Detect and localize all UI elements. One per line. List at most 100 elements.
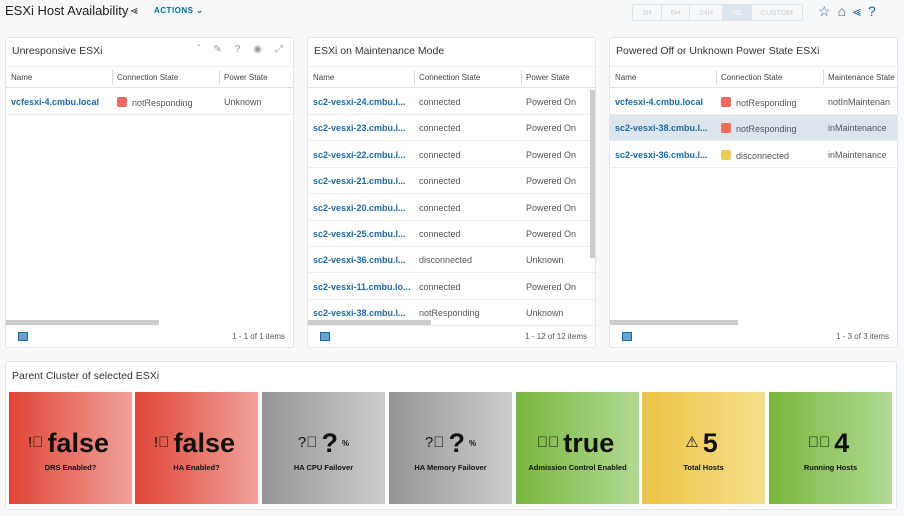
share-icon[interactable]: ⪡ — [853, 3, 861, 20]
table-row[interactable]: sc2-vesxi-11.cmbu.lo... connected Powered … — [308, 274, 595, 300]
cell: Powered On — [526, 176, 577, 187]
metric-value: false — [173, 428, 235, 458]
cell: Unknown — [224, 97, 262, 107]
host-name-link[interactable]: sc2-vesxi-25.cmbu.l... — [313, 229, 406, 239]
table-row[interactable]: sc2-vesxi-36.cmbu.l... disconnected Unknow… — [308, 247, 595, 274]
cell: notResponding — [721, 123, 797, 134]
table-row[interactable]: sc2-vesxi-25.cmbu.l... connected Powered O… — [308, 221, 595, 247]
item-count: 1 - 3 of 3 items — [836, 332, 889, 341]
host-name-link[interactable]: sc2-vesxi-24.cmbu.l... — [313, 97, 406, 107]
time-range-1h[interactable]: 1H — [633, 5, 662, 20]
host-name-link[interactable]: sc2-vesxi-20.cmbu.l... — [313, 203, 406, 213]
metric-unit: % — [341, 439, 350, 448]
metric-unit: % — [468, 439, 477, 448]
status-indicator — [721, 123, 731, 134]
cell: disconnected — [721, 149, 789, 161]
column-header[interactable]: Name — [313, 73, 334, 82]
host-name-link[interactable]: vcfesxi-4.cmbu.local — [11, 97, 99, 107]
question-circle-icon: ?⃝ — [297, 434, 318, 451]
table-row[interactable]: vcfesxi-4.cmbu.local notResponding Unknown — [6, 89, 293, 115]
metric-value: true — [563, 428, 615, 458]
check-circle-icon: ✓⃝ — [536, 434, 560, 451]
horizontal-scrollbar[interactable] — [308, 320, 431, 325]
horizontal-scrollbar[interactable] — [610, 320, 738, 325]
table-row[interactable]: sc2-vesxi-22.cmbu.l... connected Powered O… — [308, 142, 595, 168]
host-name-link[interactable]: sc2-vesxi-36.cmbu.l... — [615, 150, 708, 160]
table-row[interactable]: sc2-vesxi-20.cmbu.l... connected Powered O… — [308, 195, 595, 221]
time-range-6h[interactable]: 6H — [662, 5, 691, 20]
column-toggle-icon[interactable] — [320, 332, 330, 341]
vertical-scrollbar[interactable] — [590, 90, 595, 258]
column-header[interactable]: Connection State — [117, 73, 178, 82]
host-name-link[interactable]: sc2-vesxi-23.cmbu.l... — [313, 123, 406, 133]
cell: Powered On — [526, 202, 577, 213]
host-name-link[interactable]: sc2-vesxi-22.cmbu.l... — [313, 150, 406, 160]
host-name-link[interactable]: sc2-vesxi-38.cmbu.l... — [313, 308, 406, 318]
actions-menu[interactable]: ACTIONS ⌄ — [154, 6, 203, 15]
host-name-link[interactable]: sc2-vesxi-38.cmbu.l... — [615, 123, 708, 133]
metric-tile[interactable]: ✓⃝ 4 Running Hosts — [769, 392, 892, 504]
cell: inMaintenance — [828, 123, 887, 134]
help-icon[interactable]: ? — [868, 3, 876, 20]
help-icon[interactable]: ? — [235, 44, 241, 55]
table-row[interactable]: sc2-vesxi-24.cmbu.l... connected Powered O… — [308, 89, 595, 115]
table-row[interactable]: sc2-vesxi-23.cmbu.l... connected Powered O… — [308, 115, 595, 142]
metric-tile[interactable]: ✓⃝ true Admission Control Enabled — [516, 392, 639, 504]
warning-triangle-icon: ⚠ — [685, 434, 699, 451]
status-indicator — [721, 149, 731, 160]
edit-icon[interactable]: ✎ — [213, 44, 221, 55]
table-row[interactable]: sc2-vesxi-38.cmbu.l... notResponding inMai… — [610, 115, 897, 142]
column-toggle-icon[interactable] — [18, 332, 28, 341]
maximize-icon[interactable]: ⤢ — [275, 44, 283, 55]
column-header[interactable]: Maintenance State — [828, 73, 895, 82]
table-row[interactable]: vcfesxi-4.cmbu.local notResponding notInMa… — [610, 89, 897, 115]
column-header[interactable]: Power State — [224, 73, 268, 82]
host-name-link[interactable]: sc2-vesxi-21.cmbu.l... — [313, 176, 406, 186]
cell: connected — [419, 97, 461, 107]
metric-value: 5 — [702, 428, 718, 458]
table-row[interactable]: sc2-vesxi-36.cmbu.l... disconnected inMain… — [610, 142, 897, 168]
status-indicator — [117, 97, 127, 107]
metric-tile[interactable]: !⃝ false HA Enabled? — [135, 392, 258, 504]
cell: Powered On — [526, 97, 577, 107]
chevron-down-icon: ⌄ — [196, 6, 204, 15]
host-name-link[interactable]: sc2-vesxi-11.cmbu.lo... — [313, 282, 411, 292]
cell: Powered On — [526, 149, 577, 160]
column-header[interactable]: Connection State — [419, 73, 480, 82]
eye-icon[interactable]: ◉ — [253, 44, 262, 55]
metric-tile[interactable]: ?⃝?% HA Memory Failover — [389, 392, 512, 504]
metric-label: Running Hosts — [803, 463, 858, 472]
cell: Unknown — [526, 255, 564, 266]
column-toggle-icon[interactable] — [622, 332, 632, 341]
cell: inMaintenance — [828, 149, 887, 160]
home-icon[interactable]: ⌂ — [838, 3, 846, 20]
metric-tile[interactable]: !⃝ false DRS Enabled? — [9, 392, 132, 504]
cell: disconnected — [419, 255, 473, 266]
column-header[interactable]: Power State — [526, 73, 570, 82]
time-range-24h[interactable]: 24H — [690, 5, 723, 20]
horizontal-scrollbar[interactable] — [6, 320, 159, 325]
grid-panel: Unresponsive ESXi ˆ ✎? ◉ ⤢ Name Connection Sta… — [5, 37, 294, 348]
table-header: Name Connection State Maintenance State — [610, 66, 897, 88]
host-name-link[interactable]: vcfesxi-4.cmbu.local — [615, 97, 703, 107]
status-indicator — [721, 97, 731, 107]
metric-label: HA CPU Failover — [293, 463, 354, 472]
panel-title: Parent Cluster of selected ESXi — [12, 370, 160, 382]
cell: Unknown — [526, 308, 564, 319]
metric-value: 4 — [834, 428, 850, 458]
time-range-custom[interactable]: CUSTOM — [752, 5, 802, 20]
star-icon[interactable]: ☆ — [818, 3, 831, 20]
panel-title: Unresponsive ESXi — [12, 45, 103, 57]
column-header[interactable]: Name — [11, 73, 32, 82]
metric-tile[interactable]: ?⃝?% HA CPU Failover — [262, 392, 385, 504]
time-range-7d[interactable]: 7D — [722, 5, 752, 20]
collapse-icon[interactable]: ˆ — [197, 44, 200, 55]
share-icon[interactable]: ⪡ — [131, 3, 138, 18]
metric-label: Total Hosts — [683, 463, 724, 472]
metric-tile[interactable]: ⚠ 5 Total Hosts — [642, 392, 765, 504]
host-name-link[interactable]: sc2-vesxi-36.cmbu.l... — [313, 255, 406, 265]
column-header[interactable]: Connection State — [721, 73, 782, 82]
column-header[interactable]: Name — [615, 73, 636, 82]
table-row[interactable]: sc2-vesxi-21.cmbu.l... connected Powered O… — [308, 168, 595, 195]
cell: notResponding — [419, 308, 480, 319]
